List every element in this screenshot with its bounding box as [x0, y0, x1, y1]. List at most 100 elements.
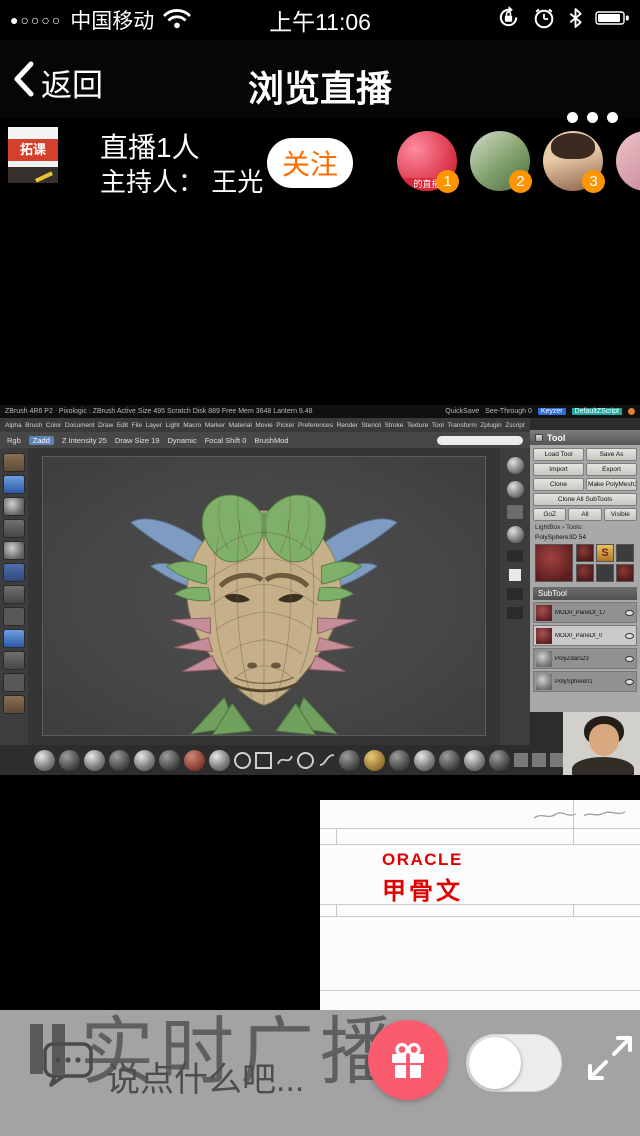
export-button: Export	[586, 463, 637, 476]
tool-thumb	[616, 544, 634, 562]
material-thumb	[489, 750, 510, 771]
table-line	[320, 828, 640, 829]
menu-item: Marker	[205, 422, 225, 429]
viewer-avatar[interactable]: 3	[543, 131, 603, 191]
make-polymesh3d-button: Make PolyMesh3D	[586, 478, 637, 491]
tool-palette-title: Tool	[547, 433, 565, 443]
menu-item: Draw	[98, 422, 113, 429]
zbrush-title-info: Pixologic : ZBrush Active Size 495 Scrat…	[59, 408, 313, 415]
visibility-eye-icon	[625, 656, 634, 662]
menu-item: Alpha	[5, 422, 22, 429]
menu-item: Transform	[447, 422, 476, 429]
menu-item: Macro	[183, 422, 201, 429]
menu-item: Stencil	[361, 422, 381, 429]
viewer-avatar[interactable]	[616, 131, 640, 191]
subtool-thumb	[536, 674, 552, 690]
focal-shift: Focal Shift 0	[205, 436, 247, 445]
matcap-sphere-icon	[507, 457, 524, 474]
stroke-dot-icon	[297, 752, 314, 769]
menu-item: Stroke	[385, 422, 404, 429]
zbrush-tool-palette: Tool Load Tool Save As Import Export Clo…	[530, 418, 640, 712]
matcap-thumb	[159, 750, 180, 771]
rank-badge: 2	[509, 170, 532, 193]
handwriting-squiggle	[532, 804, 628, 826]
table-line	[320, 904, 640, 905]
table-line	[336, 904, 337, 916]
edit-icon	[3, 629, 25, 648]
chat-input[interactable]: 说点什么吧...	[106, 1052, 304, 1101]
z-intensity: Z Intensity 25	[62, 436, 107, 445]
menu-item: Brush	[25, 422, 42, 429]
menu-item: Picker	[276, 422, 294, 429]
oracle-logo: ORACLE 甲骨文	[382, 850, 463, 906]
subtool-thumb	[536, 605, 552, 621]
tool-thumb	[596, 564, 614, 582]
brush-preview-icon	[3, 453, 25, 472]
viewer-avatar[interactable]: 的直播 1	[397, 131, 457, 191]
carrier-label: 中国移动	[70, 5, 154, 35]
subtool-row-selected: MOD0_PaneDt_0	[533, 625, 637, 646]
signal-strength-icon: ●○○○○	[10, 12, 62, 28]
subtool-thumb	[536, 651, 552, 667]
menu-item: Color	[46, 422, 62, 429]
subtool-row: MOD0_PaneDt_17	[533, 602, 637, 623]
status-bar: 上午11:06 ●○○○○ 中国移动	[0, 0, 640, 40]
material-thumb	[389, 750, 410, 771]
lightbox-label: LightBox › Tools:	[533, 523, 637, 532]
zbrush-quicksave: QuickSave	[445, 408, 479, 415]
subtool-section-header: SubTool	[533, 587, 637, 600]
subtool-label: PolySphere01	[555, 679, 593, 685]
texture-slot-icon	[550, 753, 564, 767]
visibility-eye-icon	[625, 633, 634, 639]
lasso-icon	[276, 752, 293, 769]
zbrush-seethrough: See-Through 0	[485, 408, 532, 415]
more-ellipsis-icon[interactable]	[567, 112, 618, 123]
recent-tool-thumbs: S	[576, 544, 634, 582]
zbrush-left-toolbar	[0, 448, 28, 745]
visibility-eye-icon	[625, 610, 634, 616]
slider-icon	[507, 607, 523, 619]
zbrush-right-shelf	[500, 448, 530, 745]
subtool-label: PolyZdars23	[555, 656, 589, 662]
material-thumb	[414, 750, 435, 771]
viewer-avatar[interactable]: 2	[470, 131, 530, 191]
wifi-icon	[162, 7, 192, 34]
battery-icon	[595, 10, 630, 31]
rank-badge: 3	[582, 170, 605, 193]
material-thumb	[439, 750, 460, 771]
curve-icon	[318, 752, 335, 769]
gradient-icon	[3, 585, 25, 604]
live-video-zbrush[interactable]: ZBrush 4R6 P2 Pixologic : ZBrush Active …	[0, 405, 640, 775]
move-icon	[3, 673, 25, 692]
status-right	[490, 5, 630, 35]
toggle-switch[interactable]	[466, 1034, 562, 1092]
fullscreen-arrows-icon[interactable]	[584, 1032, 636, 1089]
subtool-thumb	[536, 628, 552, 644]
table-line	[320, 916, 640, 917]
rgb-toggle: Rgb	[7, 436, 21, 445]
zbrush-titlebar: ZBrush 4R6 P2 Pixologic : ZBrush Active …	[0, 405, 640, 418]
material-thumb	[339, 750, 360, 771]
zadd-toggle: Zadd	[29, 436, 54, 445]
menu-item: Layer	[146, 422, 162, 429]
table-line	[320, 844, 640, 845]
orientation-lock-icon	[496, 5, 521, 35]
bottom-control-bar: 实时广播 说点什么吧...	[0, 1010, 640, 1136]
zbrush-canvas	[28, 448, 500, 745]
texture-slot-icon	[514, 753, 528, 767]
page-title: 浏览直播	[0, 60, 640, 112]
material-icon	[3, 541, 25, 560]
dragon-model	[43, 457, 485, 735]
material-thumb	[364, 750, 385, 771]
whiteboard-document-panel[interactable]: ORACLE 甲骨文	[320, 800, 640, 1012]
matcap-thumb	[34, 750, 55, 771]
menu-item: Render	[337, 422, 358, 429]
menu-item: Movie	[255, 422, 272, 429]
tool-thumb	[576, 544, 594, 562]
palette-top-strip	[530, 418, 640, 430]
save-as-button: Save As	[586, 448, 637, 461]
zbrush-keyzer-chip: Keyzer	[538, 408, 566, 415]
avatar-image	[616, 131, 640, 191]
gift-button[interactable]	[368, 1020, 448, 1100]
follow-button[interactable]: 关注	[267, 138, 353, 188]
